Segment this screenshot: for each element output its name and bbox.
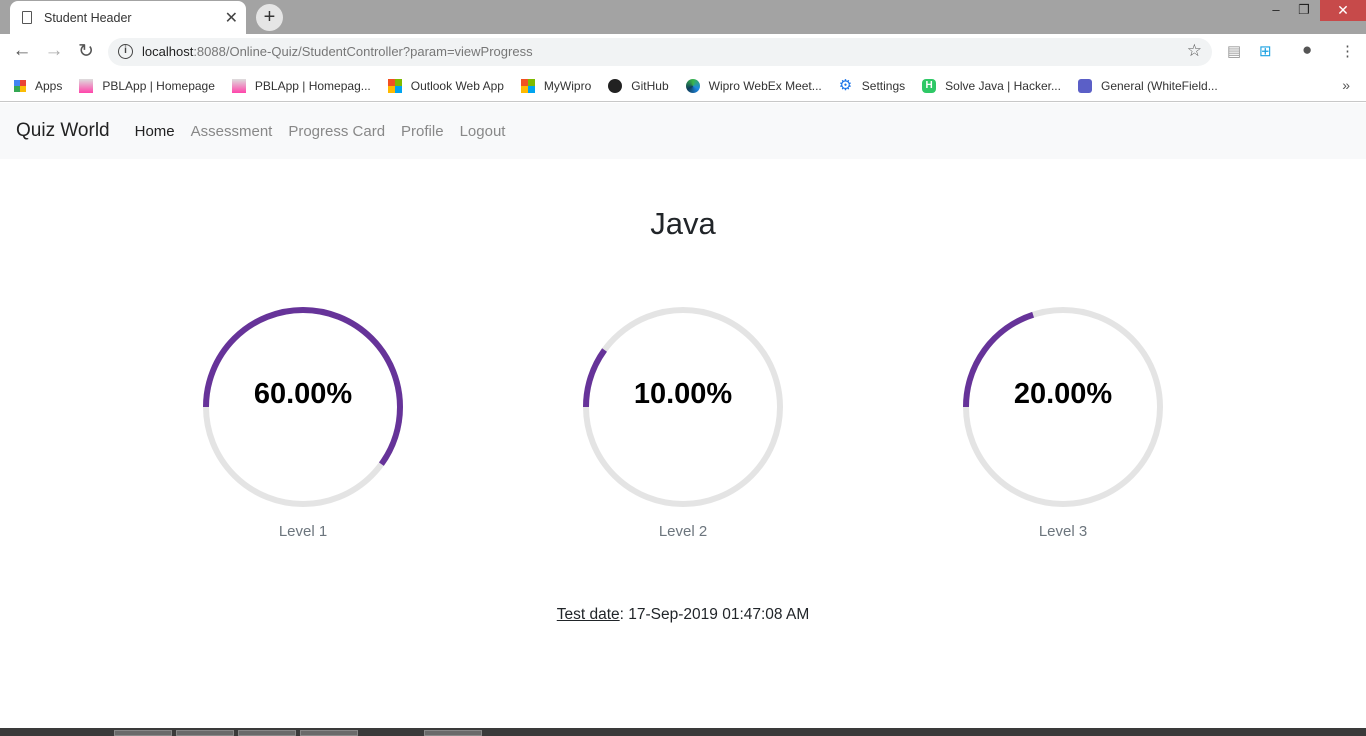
nav-profile[interactable]: Profile (401, 123, 444, 140)
forward-button[interactable]: → (42, 40, 66, 62)
browser-tab[interactable]: Student Header ✕ (10, 1, 246, 34)
reload-button[interactable]: ↻ (74, 40, 98, 63)
bookmark-teams[interactable]: General (WhiteField... (1077, 78, 1218, 93)
os-taskbar (0, 728, 1366, 736)
bookmark-label: MyWipro (543, 78, 592, 93)
bookmark-github[interactable]: GitHub (608, 78, 669, 93)
back-button[interactable]: ← (10, 40, 34, 62)
windows-extension-icon[interactable]: ⊞ (1259, 42, 1272, 60)
bookmark-hackerrank[interactable]: H Solve Java | Hacker... (922, 78, 1061, 93)
level-progress-1: 60.00% Level 1 (201, 305, 405, 540)
bookmark-mywipro[interactable]: MyWipro (520, 78, 592, 93)
nav-progress-card[interactable]: Progress Card (288, 123, 385, 140)
subject-title: Java (650, 206, 716, 241)
minimize-button[interactable]: – (1262, 0, 1290, 22)
url-text[interactable]: localhost:8088/Online-Quiz/StudentContro… (142, 44, 533, 59)
hackerrank-icon: H (922, 78, 937, 93)
gear-icon: ⚙ (838, 76, 853, 94)
test-date: Test date: 17-Sep-2019 01:47:08 AM (0, 606, 1366, 624)
menu-kebab-icon[interactable]: ⋮ (1340, 42, 1355, 60)
browser-toolbar: ← → ↻ i localhost:8088/Online-Quiz/Stude… (0, 34, 1366, 70)
pbl-icon (79, 78, 94, 93)
new-tab-button[interactable]: + (256, 4, 283, 31)
test-date-value: : 17-Sep-2019 01:47:08 AM (619, 606, 810, 623)
profile-icon[interactable]: ● (1302, 40, 1312, 60)
bookmark-label: General (WhiteField... (1100, 78, 1218, 93)
level-label: Level 1 (278, 523, 328, 540)
apps-grid-icon (14, 79, 26, 92)
bookmark-pblapp-1[interactable]: PBLApp | Homepage (79, 78, 215, 93)
bookmark-label: GitHub (631, 78, 669, 93)
teams-icon (1077, 78, 1092, 93)
taskbar-item[interactable] (238, 730, 296, 736)
taskbar-item[interactable] (176, 730, 234, 736)
clipboard-extension-icon[interactable]: ▤ (1227, 42, 1241, 60)
tab-title: Student Header (44, 10, 132, 25)
pbl-icon (231, 78, 246, 93)
bookmark-star-icon[interactable]: ☆ (1187, 41, 1202, 61)
level-label: Level 2 (658, 523, 708, 540)
bookmarks-bar: Apps PBLApp | Homepage PBLApp | Homepag.… (0, 70, 1366, 102)
document-icon (22, 11, 32, 24)
url-path: :8088/Online-Quiz/StudentController?para… (193, 44, 533, 59)
percent-value: 20.00% (1013, 378, 1113, 410)
taskbar-item[interactable] (300, 730, 358, 736)
level-label: Level 3 (1038, 523, 1088, 540)
bookmark-label: Settings (861, 78, 906, 93)
test-date-label: Test date (556, 606, 620, 623)
address-bar[interactable]: i localhost:8088/Online-Quiz/StudentCont… (108, 38, 1212, 66)
brand-logo[interactable]: Quiz World (16, 120, 110, 142)
browser-titlebar: Student Header ✕ + – ❐ ✕ (0, 0, 1366, 34)
bookmark-label: Apps (35, 78, 63, 93)
percent-value: 10.00% (633, 378, 733, 410)
info-icon[interactable]: i (118, 44, 133, 59)
bookmark-label: Wipro WebEx Meet... (708, 78, 822, 93)
bookmark-label: PBLApp | Homepag... (254, 78, 371, 93)
bookmarks-overflow-icon[interactable]: » (1342, 77, 1350, 93)
bookmark-outlook[interactable]: Outlook Web App (387, 78, 504, 93)
restore-button[interactable]: ❐ (1290, 0, 1318, 22)
github-icon (608, 78, 623, 93)
app-navbar: Quiz World Home Assessment Progress Card… (0, 103, 1366, 159)
nav-home[interactable]: Home (135, 123, 175, 140)
webex-icon (685, 78, 700, 93)
url-host: localhost (142, 44, 194, 59)
percent-value: 60.00% (253, 378, 353, 410)
tab-close-icon[interactable]: ✕ (225, 8, 238, 28)
microsoft-icon (520, 78, 535, 93)
taskbar-item[interactable] (424, 730, 482, 736)
bookmark-settings[interactable]: ⚙ Settings (838, 76, 906, 94)
window-close-button[interactable]: ✕ (1320, 0, 1366, 21)
nav-assessment[interactable]: Assessment (191, 123, 273, 140)
bookmark-webex[interactable]: Wipro WebEx Meet... (685, 78, 822, 93)
bookmark-pblapp-2[interactable]: PBLApp | Homepag... (231, 78, 371, 93)
bookmark-label: Solve Java | Hacker... (945, 78, 1061, 93)
bookmark-label: PBLApp | Homepage (102, 78, 215, 93)
bookmark-apps[interactable]: Apps (14, 79, 62, 93)
taskbar-item[interactable] (114, 730, 172, 736)
level-progress-2: 10.00% Level 2 (581, 305, 785, 540)
nav-logout[interactable]: Logout (460, 123, 506, 140)
bookmark-label: Outlook Web App (410, 78, 504, 93)
microsoft-icon (387, 78, 402, 93)
level-progress-3: 20.00% Level 3 (961, 305, 1165, 540)
